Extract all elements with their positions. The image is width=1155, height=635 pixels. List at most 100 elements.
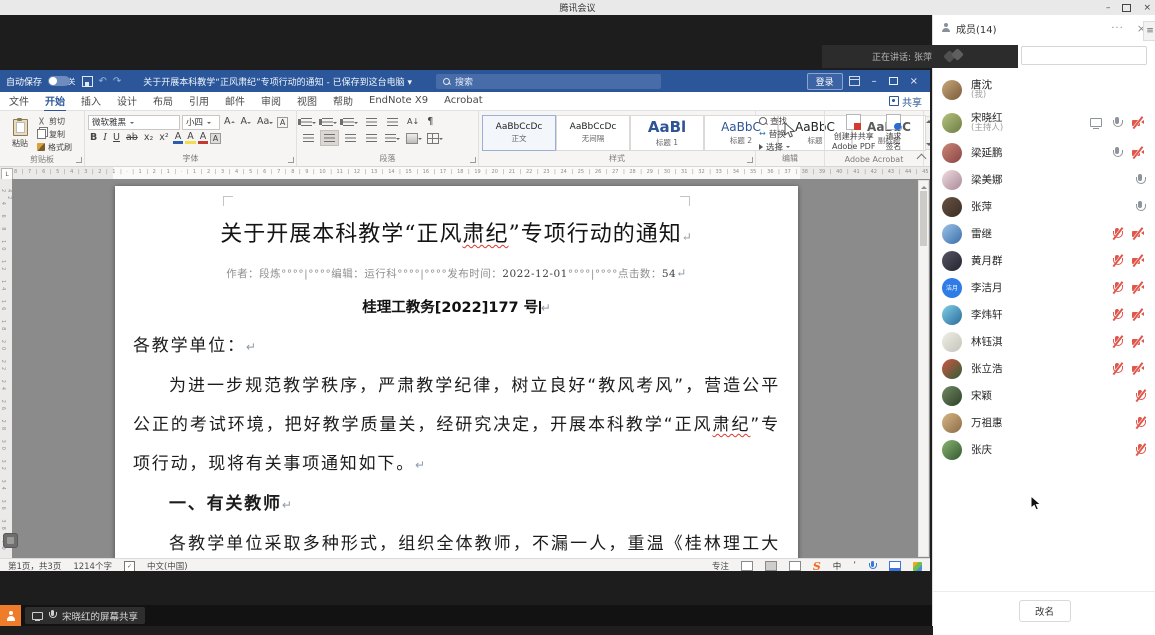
- create-share-pdf-button[interactable]: 创建并共享Adobe PDF: [828, 114, 879, 151]
- member-row[interactable]: 梁延鹏: [933, 139, 1155, 166]
- camera-off-icon[interactable]: [1131, 362, 1146, 376]
- member-row[interactable]: 唐沈(我): [933, 73, 1155, 106]
- numbered-list-button[interactable]: [321, 115, 338, 129]
- borders-button[interactable]: [426, 131, 443, 145]
- mic-on-icon[interactable]: [1111, 116, 1123, 130]
- mic-on-icon[interactable]: [1134, 200, 1146, 214]
- camera-off-icon[interactable]: [1131, 116, 1146, 130]
- sogou-logo-icon[interactable]: S: [813, 560, 821, 572]
- mic-off-icon[interactable]: [1134, 443, 1146, 457]
- language-indicator[interactable]: 中文(中国): [147, 560, 188, 571]
- font-color-button[interactable]: A: [198, 132, 209, 145]
- character-border-button[interactable]: A: [277, 117, 287, 128]
- panel-more-button[interactable]: ···: [1111, 23, 1124, 34]
- tab-file[interactable]: 文件: [8, 92, 30, 111]
- member-row[interactable]: 张立浩: [933, 355, 1155, 382]
- camera-off-icon[interactable]: [1131, 281, 1146, 295]
- word-close-button[interactable]: ×: [904, 76, 924, 87]
- line-spacing-button[interactable]: [384, 131, 401, 145]
- document-scrollbar[interactable]: [918, 180, 929, 557]
- document-page[interactable]: 关于开展本科教学“正风肃纪”专项行动的通知↵ 作者：段炼°°°°|°°°°编辑：…: [115, 186, 798, 558]
- tab-view[interactable]: 视图: [296, 92, 318, 111]
- mic-off-icon[interactable]: [1111, 227, 1123, 241]
- login-button[interactable]: 登录: [807, 73, 843, 90]
- read-mode-icon[interactable]: [741, 561, 753, 571]
- mic-on-icon[interactable]: [1111, 146, 1123, 160]
- text-effects-button[interactable]: A: [173, 132, 184, 145]
- word-count[interactable]: 1214个字: [73, 560, 112, 571]
- tab-layout[interactable]: 布局: [152, 92, 174, 111]
- shading-button[interactable]: [405, 131, 422, 145]
- vertical-ruler[interactable]: 2 4 6 8 10 12 14 16 18 20 22 24 26 28 30…: [0, 179, 12, 558]
- sogou-voice-icon[interactable]: [868, 561, 877, 572]
- show-marks-button[interactable]: ¶: [425, 117, 435, 127]
- undo-icon[interactable]: ↶: [99, 76, 107, 87]
- ribbon-display-options-icon[interactable]: [849, 76, 860, 86]
- member-row[interactable]: 洁月 李洁月: [933, 274, 1155, 301]
- print-layout-icon[interactable]: [765, 561, 777, 571]
- font-name-combo[interactable]: 微软雅黑: [88, 115, 180, 130]
- strikethrough-button[interactable]: ab: [124, 133, 140, 143]
- paragraph-dialog-launcher[interactable]: [470, 157, 476, 163]
- word-minimize-button[interactable]: –: [866, 76, 883, 87]
- tab-review[interactable]: 审阅: [260, 92, 282, 111]
- panel-menu-button[interactable]: ≡: [1143, 21, 1155, 41]
- font-size-combo[interactable]: 小四: [182, 115, 220, 130]
- justify-button[interactable]: [363, 131, 380, 145]
- increase-indent-button[interactable]: [384, 115, 401, 129]
- tab-acrobat[interactable]: Acrobat: [443, 94, 484, 109]
- camera-off-icon[interactable]: [1131, 254, 1146, 268]
- superscript-button[interactable]: x²: [157, 133, 170, 143]
- redo-icon[interactable]: ↷: [113, 76, 121, 87]
- multilevel-list-button[interactable]: [342, 115, 359, 129]
- member-row[interactable]: 张庆: [933, 436, 1155, 463]
- grow-font-button[interactable]: A: [222, 117, 237, 127]
- tab-home[interactable]: 开始: [44, 92, 66, 111]
- request-signature-button[interactable]: 请求签名: [881, 114, 905, 151]
- web-layout-icon[interactable]: [789, 561, 801, 571]
- style-normal[interactable]: AaBbCcDc正文: [482, 115, 556, 151]
- mic-off-icon[interactable]: [1111, 281, 1123, 295]
- clipboard-dialog-launcher[interactable]: [76, 157, 82, 163]
- screen-share-icon[interactable]: [1089, 116, 1103, 129]
- camera-off-icon[interactable]: [1131, 146, 1146, 160]
- select-button[interactable]: 选择: [759, 140, 821, 153]
- format-painter-button[interactable]: 格式刷: [37, 141, 72, 154]
- styles-dialog-launcher[interactable]: [747, 157, 753, 163]
- tab-endnote[interactable]: EndNote X9: [368, 94, 429, 109]
- align-left-button[interactable]: [300, 131, 317, 145]
- mic-on-icon[interactable]: [1134, 173, 1146, 187]
- member-row[interactable]: 黄月群: [933, 247, 1155, 274]
- underline-button[interactable]: U: [111, 133, 122, 143]
- mic-off-icon[interactable]: [1134, 416, 1146, 430]
- sogou-keyboard-icon[interactable]: [889, 561, 901, 571]
- paste-button[interactable]: 粘贴: [3, 114, 37, 154]
- member-row[interactable]: 宋颖: [933, 382, 1155, 409]
- sogou-punctuation-icon[interactable]: ’: [853, 561, 856, 571]
- mic-off-icon[interactable]: [1111, 254, 1123, 268]
- mic-off-icon[interactable]: [1134, 389, 1146, 403]
- member-row[interactable]: 宋晓红(主持人): [933, 106, 1155, 139]
- rename-button[interactable]: 改名: [1019, 600, 1071, 622]
- mic-off-icon[interactable]: [1111, 308, 1123, 322]
- change-case-button[interactable]: Aa: [255, 117, 275, 127]
- member-row[interactable]: 雷继: [933, 220, 1155, 247]
- autosave-toggle[interactable]: [48, 76, 70, 86]
- member-row[interactable]: 梁美娜: [933, 166, 1155, 193]
- camera-off-icon[interactable]: [1131, 335, 1146, 349]
- bold-button[interactable]: B: [88, 133, 99, 143]
- decrease-indent-button[interactable]: [363, 115, 380, 129]
- share-button[interactable]: 共享: [889, 94, 922, 109]
- highlight-button[interactable]: A: [185, 132, 196, 145]
- align-center-button[interactable]: [321, 131, 338, 145]
- cut-button[interactable]: 剪切: [37, 115, 72, 128]
- style-no-spacing[interactable]: AaBbCcDc无间隔: [556, 115, 630, 151]
- subscript-button[interactable]: x₂: [142, 133, 155, 143]
- member-row[interactable]: 万祖惠: [933, 409, 1155, 436]
- shrink-font-button[interactable]: A: [239, 117, 254, 127]
- os-close-button[interactable]: ×: [1143, 3, 1151, 13]
- focus-mode-button[interactable]: 专注: [712, 560, 729, 571]
- tab-design[interactable]: 设计: [116, 92, 138, 111]
- floating-tool-icon[interactable]: [3, 533, 18, 548]
- horizontal-ruler[interactable]: 8 | 7 | 6 | 5 | 4 | 3 | 2 | 1 | ⸱ | 1 | …: [0, 167, 930, 179]
